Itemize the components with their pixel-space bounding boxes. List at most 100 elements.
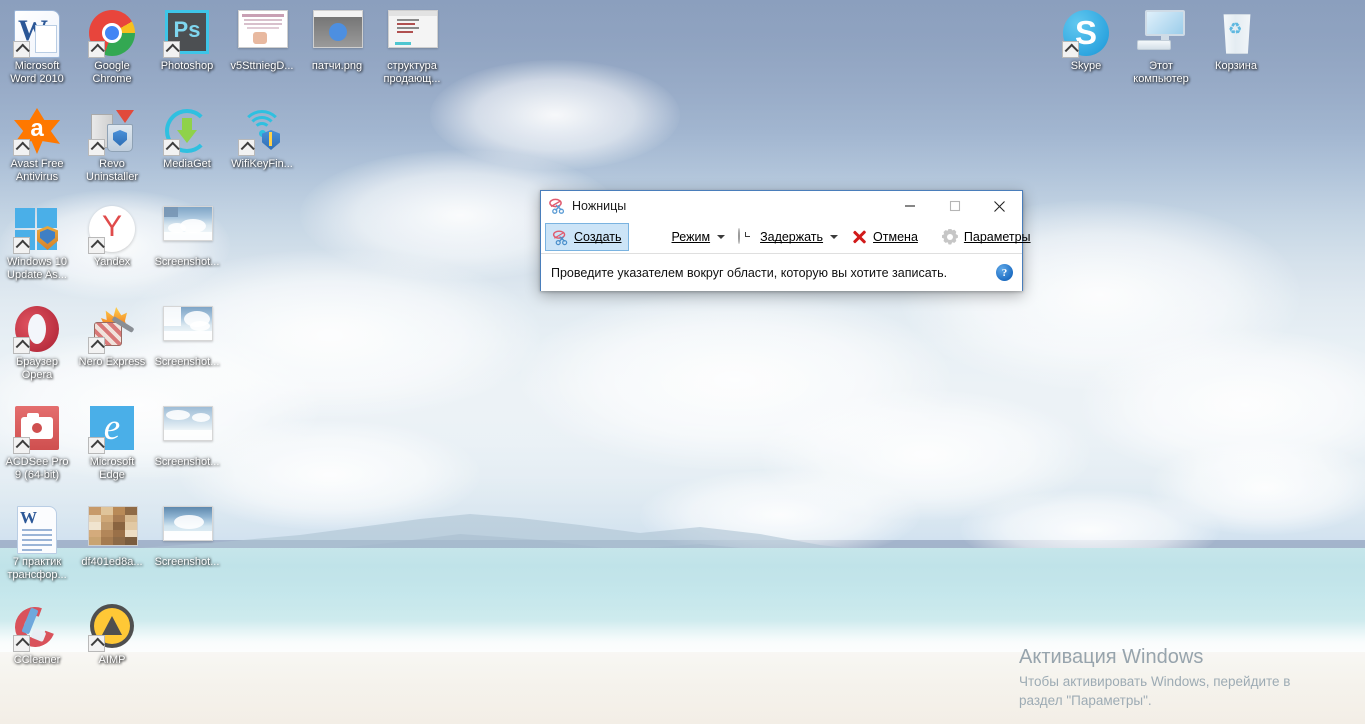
desktop-icon-label: Google Chrome: [92, 60, 132, 85]
snipping-tool-toolbar[interactable]: Создать Режим Задержать Отмена Параметры: [541, 221, 1031, 254]
help-button[interactable]: ?: [996, 264, 1013, 281]
scissors-icon: [548, 197, 566, 215]
desktop-icon-label: v5SttniegD...: [230, 60, 294, 72]
new-snip-button[interactable]: Создать: [545, 223, 629, 251]
desktop-icon-label: ACDSee Pro 9 (64-bit): [5, 456, 69, 481]
desktop-icon-label: патчи.png: [311, 60, 363, 72]
mode-dropdown-arrow-icon[interactable]: [717, 224, 725, 250]
desktop-icon-label: CCleaner: [13, 654, 61, 666]
close-button[interactable]: [977, 191, 1022, 221]
v5sttniegd-image-icon: [238, 10, 288, 58]
desktop-icon-screenshot-2[interactable]: Screenshot...: [150, 298, 224, 369]
nero-express-icon: [88, 306, 136, 354]
minimize-button[interactable]: [887, 191, 932, 221]
desktop-icon-yandex[interactable]: Yandex: [75, 198, 149, 269]
new-snip-label: Создать: [574, 230, 622, 244]
desktop-icon-wifikeyfinder[interactable]: WifiKeyFin...: [225, 100, 299, 171]
desktop-icon-7-praktik-transformatsii-doc[interactable]: W7 практик трансфор...: [0, 498, 74, 582]
desktop[interactable]: WMicrosoft Word 2010 Google Chrome Photosh…: [0, 0, 1365, 724]
shortcut-overlay-icon: [13, 437, 30, 454]
desktop-icon-label: Revo Uninstaller: [86, 158, 138, 183]
df401ed8a-image-icon: [88, 506, 138, 554]
photoshop-icon: [163, 10, 211, 58]
mediaget-icon: [163, 108, 211, 156]
shortcut-overlay-icon: [1062, 41, 1079, 58]
snipping-tool-statusbar: Проведите указателем вокруг области, кот…: [541, 254, 1022, 291]
mode-button[interactable]: Режим: [643, 224, 718, 250]
screenshot-1-icon: [163, 206, 213, 254]
desktop-icon-windows-10-update-assistant[interactable]: Windows 10 Update As...: [0, 198, 74, 282]
desktop-icon-screenshot-3[interactable]: Screenshot...: [150, 398, 224, 469]
skype-icon: [1062, 10, 1110, 58]
screenshot-4-icon: [163, 506, 213, 554]
gear-icon: [941, 228, 959, 246]
desktop-icon-microsoft-edge[interactable]: Microsoft Edge: [75, 398, 149, 482]
cancel-button[interactable]: Отмена: [844, 224, 925, 250]
desktop-icon-label: Microsoft Edge: [89, 456, 135, 481]
google-chrome-icon: [88, 10, 136, 58]
desktop-icon-label: Windows 10 Update As...: [7, 256, 67, 281]
window-title: Ножницы: [572, 199, 627, 213]
cancel-label: Отмена: [873, 230, 918, 244]
7-praktik-transformatsii-doc-icon: W: [13, 506, 61, 554]
windows-10-update-assistant-icon: [13, 206, 61, 254]
desktop-icon-mediaget[interactable]: MediaGet: [150, 100, 224, 171]
desktop-icon-screenshot-4[interactable]: Screenshot...: [150, 498, 224, 569]
shortcut-overlay-icon: [13, 635, 30, 652]
etot-kompyuter-icon: [1137, 10, 1185, 58]
clock-icon: [738, 227, 755, 246]
desktop-icon-korzina[interactable]: ♻ Корзина: [1199, 2, 1273, 73]
shortcut-overlay-icon: [13, 139, 30, 156]
maximize-button[interactable]: [932, 191, 977, 221]
screenshot-3-icon: [163, 406, 213, 454]
delay-button[interactable]: Задержать: [731, 224, 830, 250]
desktop-icon-df401ed8a-image[interactable]: df401ed8a...: [75, 498, 149, 569]
wifikeyfinder-icon: [238, 108, 286, 156]
desktop-icon-label: WifiKeyFin...: [231, 158, 293, 170]
desktop-icon-v5sttniegd-image[interactable]: v5SttniegD...: [225, 2, 299, 73]
shortcut-overlay-icon: [163, 139, 180, 156]
shortcut-overlay-icon: [88, 237, 105, 254]
wallpaper-sand: [0, 652, 1365, 724]
desktop-icon-aimp[interactable]: AIMP: [75, 596, 149, 667]
korzina-icon: ♻: [1212, 10, 1260, 58]
desktop-icon-photoshop[interactable]: Photoshop: [150, 2, 224, 73]
desktop-icon-label: Nero Express: [78, 356, 146, 368]
shortcut-overlay-icon: [88, 635, 105, 652]
shortcut-overlay-icon: [88, 41, 105, 58]
microsoft-word-2010-icon: W: [13, 10, 61, 58]
snipping-tool-titlebar[interactable]: Ножницы: [541, 191, 1022, 221]
desktop-icon-label: Photoshop: [160, 60, 214, 72]
scissors-icon: [552, 229, 569, 246]
desktop-icon-microsoft-word-2010[interactable]: W Microsoft Word 2010: [0, 2, 74, 86]
desktop-icon-patchi-png[interactable]: патчи.png: [300, 2, 374, 73]
options-button[interactable]: Параметры: [935, 224, 1038, 250]
desktop-icon-label: структура продающ...: [383, 60, 441, 85]
desktop-icon-label: Avast Free Antivirus: [10, 158, 64, 183]
close-icon: [994, 200, 1005, 212]
options-label: Параметры: [963, 230, 1031, 244]
desktop-icon-label: Skype: [1070, 60, 1102, 72]
desktop-icon-screenshot-1[interactable]: Screenshot...: [150, 198, 224, 269]
desktop-icon-skype[interactable]: Skype: [1049, 2, 1123, 73]
window-controls[interactable]: [887, 191, 1022, 221]
desktop-icon-struktura-prodayushch[interactable]: структура продающ...: [375, 2, 449, 86]
desktop-icon-nero-express[interactable]: Nero Express: [75, 298, 149, 369]
struktura-prodayushch-icon: [388, 10, 438, 58]
desktop-icon-label: AIMP: [98, 654, 126, 666]
desktop-icon-revo-uninstaller[interactable]: Revo Uninstaller: [75, 100, 149, 184]
ccleaner-icon: [8, 600, 62, 654]
desktop-icon-google-chrome[interactable]: Google Chrome: [75, 2, 149, 86]
desktop-icon-brauzer-opera[interactable]: Браузер Opera: [0, 298, 74, 382]
desktop-icon-acdsee-pro-9-64-bit[interactable]: ACDSee Pro 9 (64-bit): [0, 398, 74, 482]
desktop-icon-etot-kompyuter[interactable]: Этот компьютер: [1124, 2, 1198, 86]
snipping-tool-window[interactable]: Ножницы Создать Режим Задержать Отмена П…: [540, 190, 1031, 291]
microsoft-edge-icon: [88, 406, 136, 454]
shortcut-overlay-icon: [13, 41, 30, 58]
shortcut-overlay-icon: [163, 41, 180, 58]
desktop-icon-avast-free-antivirus[interactable]: a Avast Free Antivirus: [0, 100, 74, 184]
revo-uninstaller-icon: [88, 108, 136, 156]
desktop-icon-label: MediaGet: [163, 158, 211, 170]
delay-dropdown-arrow-icon[interactable]: [830, 224, 838, 250]
desktop-icon-ccleaner[interactable]: CCleaner: [0, 596, 74, 667]
